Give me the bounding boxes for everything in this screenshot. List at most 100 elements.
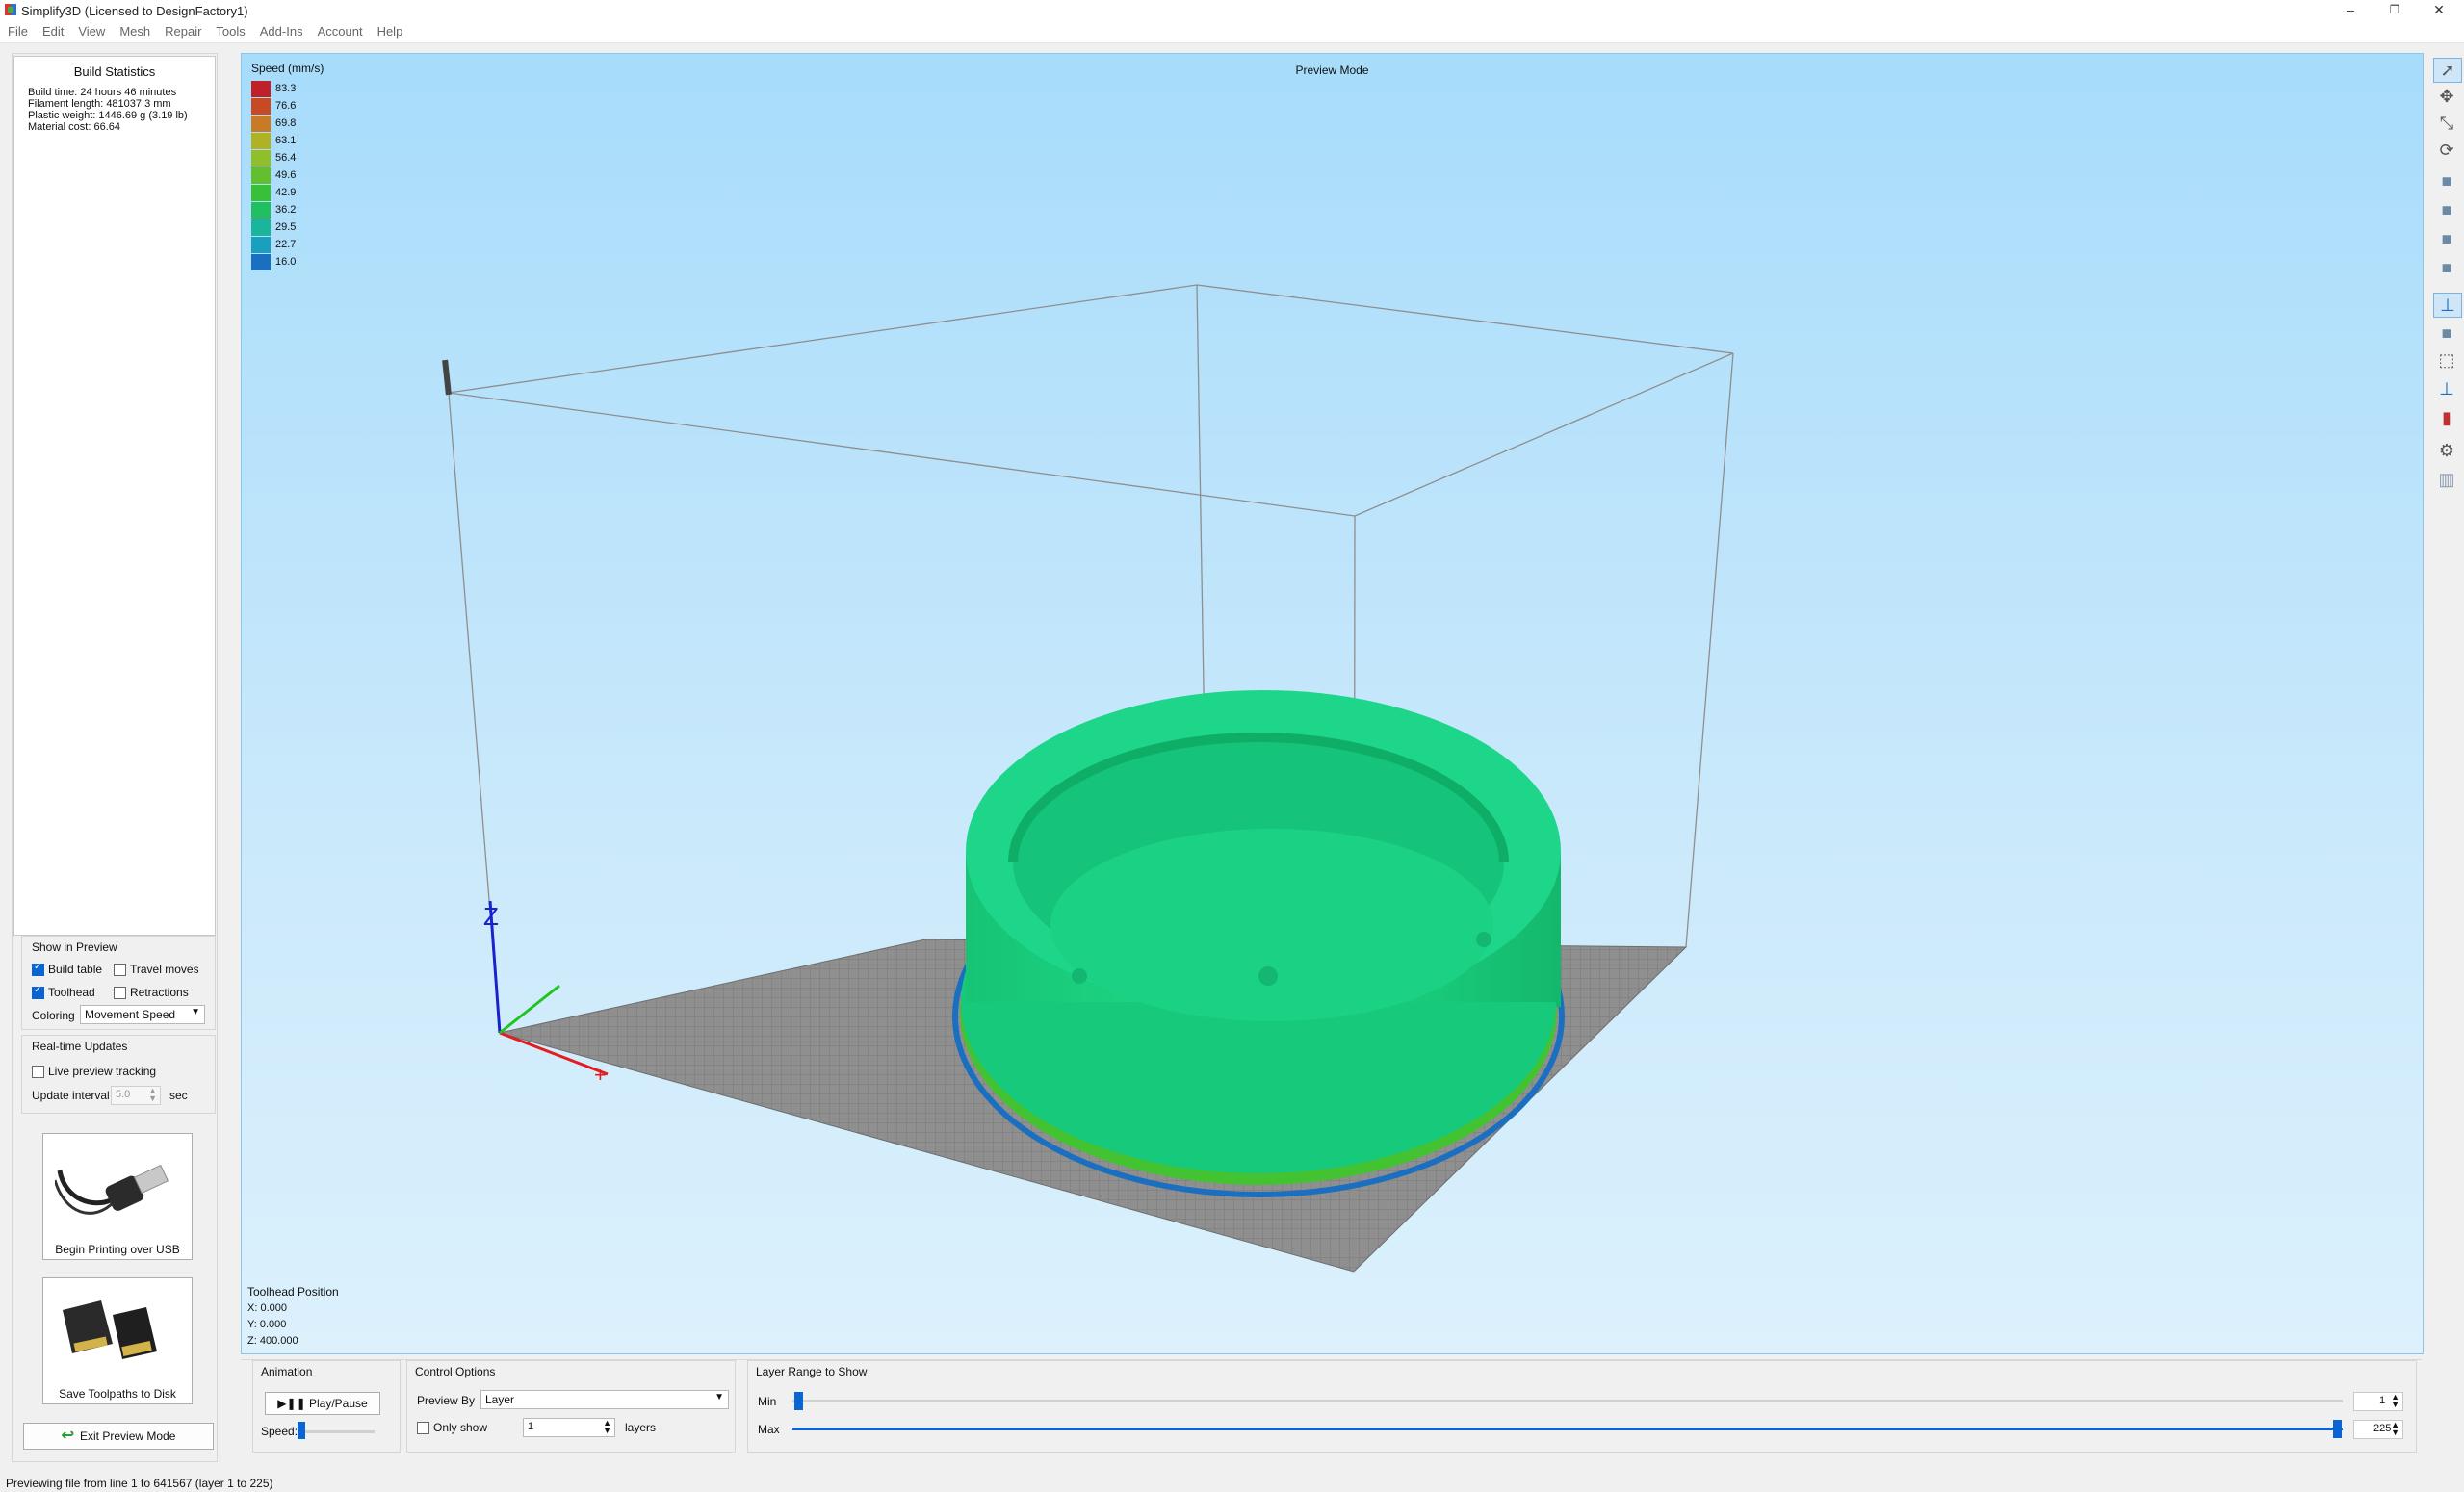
max-spinbox[interactable]: 225 ▲ ▼ [2353, 1420, 2403, 1439]
animation-title: Animation [261, 1365, 313, 1378]
menu-repair[interactable]: Repair [157, 21, 208, 39]
play-pause-button[interactable]: ▶❚❚ Play/Pause [265, 1392, 380, 1415]
move-tool-icon[interactable]: ✥ [2433, 85, 2460, 108]
usb-cable-icon [55, 1164, 169, 1215]
section-plane-icon[interactable]: ▮ [2433, 406, 2460, 429]
menu-view[interactable]: View [70, 21, 112, 39]
begin-printing-usb-button[interactable]: Begin Printing over USB [42, 1133, 193, 1260]
only-show-value: 1 [528, 1421, 534, 1432]
min-slider-track[interactable] [792, 1400, 2343, 1402]
coloring-label: Coloring [32, 1009, 75, 1022]
view-iso-icon[interactable]: ■ [2433, 169, 2460, 193]
build-table-checkbox[interactable]: Build table [32, 962, 103, 977]
shaded-view-icon[interactable]: ■ [2433, 322, 2460, 345]
show-in-preview-group: Show in Preview Build table Travel moves… [21, 936, 216, 1030]
travel-moves-checkbox[interactable]: Travel moves [114, 963, 199, 977]
menu-mesh[interactable]: Mesh [112, 21, 157, 39]
toolhead-check[interactable] [32, 985, 44, 1000]
gear-icon[interactable]: ⚙ [2433, 439, 2460, 462]
update-interval-label: Update interval [32, 1089, 110, 1102]
max-slider-track[interactable] [792, 1428, 2343, 1430]
menu-account[interactable]: Account [310, 21, 370, 39]
coloring-value: Movement Speed [85, 1008, 176, 1021]
build-time-text: Build time: 24 hours 46 minutes [28, 87, 177, 98]
animation-group: Animation ▶❚❚ Play/Pause Speed: [252, 1360, 401, 1453]
coloring-dropdown[interactable]: Movement Speed ▼ [80, 1005, 205, 1024]
speed-label: Speed: [261, 1425, 298, 1438]
retractions-check[interactable] [114, 987, 126, 1000]
status-text: Previewing file from line 1 to 641567 (l… [6, 1477, 273, 1490]
live-preview-label: Live preview tracking [48, 1065, 157, 1078]
svg-text:+: + [594, 1063, 607, 1087]
close-button[interactable]: ✕ [2417, 0, 2461, 21]
control-options-group: Control Options Preview By Layer ▼ Only … [406, 1360, 736, 1453]
build-table-check[interactable] [32, 962, 44, 977]
preview-viewport[interactable]: Speed (mm/s) 83.3 76.6 69.8 63.1 56.4 49.6 42.… [241, 53, 2424, 1354]
menu-tools[interactable]: Tools [208, 21, 251, 39]
title-bar: Simplify3D (Licensed to DesignFactory1) … [0, 0, 2464, 21]
chevron-down-icon: ▼ [191, 1007, 200, 1017]
menu-help[interactable]: Help [370, 21, 410, 39]
spin-arrows-icon[interactable]: ▲ ▼ [2391, 1421, 2399, 1437]
select-tool-icon[interactable]: ➚ [2433, 58, 2462, 83]
wireframe-view-icon[interactable]: ⬚ [2433, 348, 2460, 372]
material-cost-text: Material cost: 66.64 [28, 121, 120, 133]
min-spinbox[interactable]: 1 ▲ ▼ [2353, 1392, 2403, 1411]
only-show-check[interactable] [417, 1422, 429, 1435]
rotate-tool-icon[interactable]: ⟳ [2433, 139, 2460, 162]
preview-by-dropdown[interactable]: Layer ▼ [480, 1390, 729, 1409]
build-table-label: Build table [48, 963, 103, 976]
retractions-label: Retractions [130, 986, 189, 999]
menu-edit[interactable]: Edit [35, 21, 70, 39]
toolhead-position-title: Toolhead Position [247, 1285, 339, 1299]
toolhead-position: Toolhead Position X: 0.000 Y: 0.000 Z: 4… [247, 1284, 339, 1350]
scale-tool-icon[interactable]: ⤡ [2433, 112, 2460, 135]
speed-slider-track[interactable] [298, 1430, 375, 1433]
live-preview-tracking-checkbox[interactable]: Live preview tracking [32, 1065, 157, 1079]
exit-preview-mode-button[interactable]: ↩ Exit Preview Mode [23, 1423, 214, 1450]
spin-arrows-icon[interactable]: ▲ ▼ [148, 1087, 157, 1103]
back-arrow-icon: ↩ [61, 1428, 75, 1444]
live-preview-check[interactable] [32, 1066, 44, 1079]
filament-length-text: Filament length: 481037.3 mm [28, 98, 171, 110]
retractions-checkbox[interactable]: Retractions [114, 986, 189, 1000]
axes-toggle-icon[interactable]: ⊥ [2433, 293, 2462, 318]
save-toolpaths-button[interactable]: Save Toolpaths to Disk [42, 1277, 193, 1404]
bottom-control-panel: Animation ▶❚❚ Play/Pause Speed: Control … [241, 1359, 2422, 1456]
spin-arrows-icon[interactable]: ▲ ▼ [2391, 1393, 2399, 1409]
cross-section-icon[interactable]: ⊥ [2433, 377, 2460, 400]
only-show-label: Only show [433, 1421, 488, 1434]
view-front-icon[interactable]: ■ [2433, 227, 2460, 250]
show-in-preview-title: Show in Preview [32, 940, 117, 954]
chevron-down-icon: ▼ [714, 1392, 724, 1402]
status-bar: Previewing file from line 1 to 641567 (l… [0, 1473, 2464, 1492]
menu-add-ins[interactable]: Add-Ins [252, 21, 310, 39]
bed-icon[interactable]: ▥ [2433, 468, 2460, 491]
exit-preview-label: Exit Preview Mode [80, 1429, 176, 1443]
travel-moves-check[interactable] [114, 964, 126, 977]
restore-button[interactable]: ❐ [2373, 0, 2417, 21]
toolhead-checkbox[interactable]: Toolhead [32, 985, 95, 1000]
max-slider-handle[interactable] [2333, 1420, 2342, 1438]
spin-arrows-icon[interactable]: ▲ ▼ [603, 1419, 611, 1435]
view-top-icon[interactable]: ■ [2433, 198, 2460, 221]
minimize-button[interactable]: – [2328, 0, 2373, 21]
speed-slider-handle[interactable] [298, 1422, 305, 1439]
only-show-checkbox[interactable]: Only show [417, 1421, 488, 1435]
update-interval-spinbox[interactable]: 5.0 ▲ ▼ [111, 1086, 161, 1105]
preview-by-value: Layer [485, 1393, 515, 1406]
view-side-icon[interactable]: ■ [2433, 256, 2460, 279]
layers-label: layers [625, 1421, 657, 1434]
window-title: Simplify3D (Licensed to DesignFactory1) [21, 4, 248, 18]
only-show-spinbox[interactable]: 1 ▲ ▼ [523, 1418, 615, 1437]
toolhead-label: Toolhead [48, 986, 95, 999]
travel-moves-label: Travel moves [130, 963, 199, 976]
right-toolbar: ➚ ✥ ⤡ ⟳ ■ ■ ■ ■ ⊥ ■ ⬚ ⊥ ▮ ⚙ ▥ [2430, 54, 2464, 516]
usb-button-label: Begin Printing over USB [55, 1243, 180, 1256]
preview-by-label: Preview By [417, 1394, 476, 1407]
layer-range-title: Layer Range to Show [756, 1365, 868, 1378]
min-slider-handle[interactable] [794, 1392, 803, 1410]
toolhead-y: Y: 0.000 [247, 1319, 287, 1330]
menu-file[interactable]: File [0, 21, 35, 39]
update-interval-unit: sec [169, 1089, 188, 1102]
